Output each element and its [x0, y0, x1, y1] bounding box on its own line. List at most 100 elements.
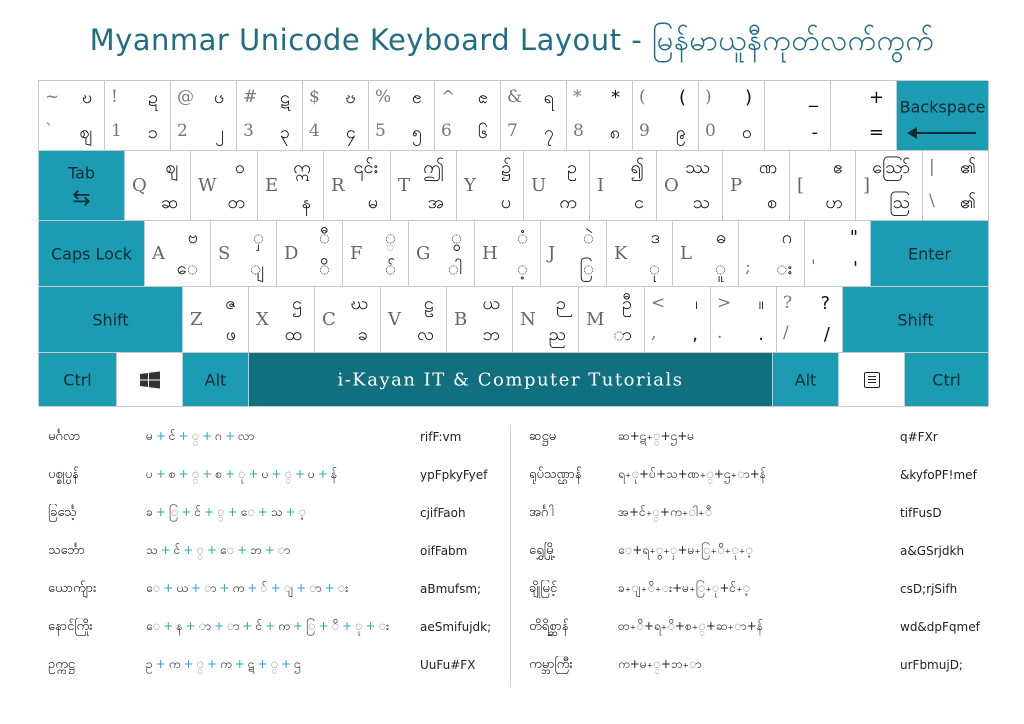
- key-r1-7[interactable]: & 7 ရ၇: [501, 81, 567, 151]
- ctrl-right-key[interactable]: Ctrl: [905, 353, 989, 407]
- table-row: တိရိစ္ဆာန် တ+ိ+ရ+ိ+စ+္+ဆ+ာ+န် wd&dpFqmef: [38, 608, 988, 646]
- myanmar-word: ရွှေမြို့: [529, 542, 556, 558]
- keystroke-code: wd&dpFqmef: [900, 620, 980, 634]
- key-legend: ၍: [630, 157, 644, 178]
- key-r1-6[interactable]: ^ 6 ၕ၆: [435, 81, 501, 151]
- key-r3-0[interactable]: A ဗေ: [145, 221, 211, 287]
- key-legend: ~: [45, 87, 60, 107]
- key-r4-3[interactable]: V ဠလ: [381, 287, 447, 353]
- key-legend: ၒ: [213, 87, 224, 108]
- key-legend: ၕ: [477, 87, 488, 108]
- key-r2-8[interactable]: Oဿသ: [657, 151, 723, 221]
- key-r4-1[interactable]: X ဌထ: [249, 287, 315, 353]
- alt-right-key[interactable]: Alt: [773, 353, 839, 407]
- key-legend: ဥ: [567, 157, 577, 178]
- key-r3-10[interactable]: ' " ': [805, 221, 871, 287]
- key-r1-1[interactable]: ! 1 ဍ၁: [105, 81, 171, 151]
- sequence-part: ဘ: [670, 657, 683, 671]
- key-r3-1[interactable]: Sှျ: [211, 221, 277, 287]
- key-r4-8[interactable]: >. ။.: [711, 287, 777, 353]
- key-r3-3[interactable]: F္်: [343, 221, 409, 287]
- key-r2-6[interactable]: Uဥက: [524, 151, 590, 221]
- key-r1-9[interactable]: (9 (၉: [633, 81, 699, 151]
- windows-key[interactable]: [117, 353, 183, 407]
- keystroke-code: tifFusD: [900, 506, 942, 520]
- key-legend: မ: [367, 192, 378, 213]
- key-r1-2[interactable]: @2 ၒ၂: [171, 81, 237, 151]
- key-r4-2[interactable]: Cဃခ: [315, 287, 381, 353]
- sequence-part: ပ်: [649, 467, 656, 481]
- key-legend: ဦ: [622, 293, 632, 314]
- key-r2-11[interactable]: ] ဪဩ: [856, 151, 923, 221]
- key-legend: င: [634, 192, 644, 213]
- key-legend: `: [45, 121, 54, 141]
- key-r3-8[interactable]: L ဓူ: [673, 221, 739, 287]
- key-sequence: ခ+ျ+ိ+း+မ+ြ+ု+င်+့: [618, 581, 750, 595]
- key-r4-0[interactable]: Z ဇဖ: [183, 287, 249, 353]
- key-r1-8[interactable]: * 8 * ၈: [567, 81, 633, 151]
- ctrl-left-key[interactable]: Ctrl: [39, 353, 117, 407]
- key-r4-9[interactable]: ? /? /: [777, 287, 843, 353]
- key-r2-10[interactable]: [ဧဟ: [790, 151, 856, 221]
- key-legend: ျ: [249, 258, 264, 279]
- key-r4-6[interactable]: M ဦာ: [579, 287, 645, 353]
- key-legend: ဣ: [293, 157, 311, 178]
- key-r3-4[interactable]: Gွါ: [409, 221, 475, 287]
- key-r1-4[interactable]: $4 ၓ၄: [303, 81, 369, 151]
- keystroke-code: &kyfoPF!mef: [900, 468, 977, 482]
- shift-right-key[interactable]: Shift: [843, 287, 989, 353]
- backspace-key[interactable]: Backspace: [897, 81, 989, 151]
- key-r2-12[interactable]: | \ ၏၏: [923, 151, 989, 221]
- key-r2-3[interactable]: R ၎င်းမ: [324, 151, 391, 221]
- key-legend: K: [614, 242, 628, 264]
- key-legend: ။: [758, 293, 764, 314]
- key-r3-5[interactable]: Hံ့: [475, 221, 541, 287]
- key-r2-0[interactable]: Qဈဆ: [125, 151, 191, 221]
- sequence-part: ဏ: [687, 467, 700, 481]
- key-r2-7[interactable]: I ၍င: [590, 151, 657, 221]
- keystroke-code: csD;rjSifh: [900, 582, 958, 596]
- caps-lock-key[interactable]: Caps Lock: [39, 221, 145, 287]
- shift-left-key[interactable]: Shift: [39, 287, 183, 353]
- key-r3-2[interactable]: Dီိ: [277, 221, 343, 287]
- enter-key[interactable]: Enter: [871, 221, 989, 287]
- key-r2-5[interactable]: Y ၌ပ: [457, 151, 524, 221]
- plus-sign: +: [689, 581, 706, 595]
- key-r1-3[interactable]: #3 ဋ၃: [237, 81, 303, 151]
- key-r4-7[interactable]: <, ၊,: [645, 287, 711, 353]
- key-r2-2[interactable]: Eဣန: [258, 151, 324, 221]
- typing-sequence: ေ+ရ+ွ+ှ+မ+ြ+ိ+ု+့: [618, 542, 898, 560]
- tab-arrows-icon: ⇆: [72, 186, 91, 211]
- key-r3-7[interactable]: K ဒု: [607, 221, 673, 287]
- alt-left-key[interactable]: Alt: [183, 353, 249, 407]
- tab-key[interactable]: Tab ⇆: [39, 151, 125, 221]
- key-r4-4[interactable]: Bယဘ: [447, 287, 513, 353]
- plus-sign: +: [699, 467, 714, 481]
- plus-sign: +: [682, 657, 702, 671]
- key-r2-1[interactable]: Wဝတ: [191, 151, 258, 221]
- key-r1-5[interactable]: % 5 ၔ၅: [369, 81, 435, 151]
- key-legend: S: [218, 242, 231, 264]
- key-r3-6[interactable]: Jဲြ: [541, 221, 607, 287]
- myanmar-word: ရုပ်သဏ္ဌာန်: [529, 466, 582, 482]
- key-legend: ၅: [411, 122, 422, 143]
- plus-sign: +: [674, 619, 685, 633]
- key-r1-12[interactable]: + =: [831, 81, 897, 151]
- key-legend: ဩ: [889, 192, 910, 213]
- key-r2-9[interactable]: Pဏစ: [723, 151, 790, 221]
- key-legend: |: [929, 157, 935, 177]
- key-legend: 4: [309, 121, 320, 141]
- myanmar-word: အင်္ဂါ: [529, 504, 555, 520]
- key-r4-5[interactable]: Nဉည: [513, 287, 579, 353]
- sequence-part: ဆ: [618, 429, 630, 443]
- spacebar-key[interactable]: i-Kayan IT & Computer Tutorials: [249, 353, 773, 407]
- key-r1-0[interactable]: ~ ` ဎဈ: [39, 81, 105, 151]
- key-r1-10[interactable]: ) 0) ၀: [699, 81, 765, 151]
- key-r3-9[interactable]: ; ဂး: [739, 221, 805, 287]
- key-legend: ်: [384, 258, 396, 279]
- plus-sign: +: [749, 467, 760, 481]
- key-r2-4[interactable]: Tဤအ: [391, 151, 457, 221]
- menu-key[interactable]: [839, 353, 905, 407]
- key-label: i-Kayan IT & Computer Tutorials: [337, 369, 684, 390]
- key-r1-11[interactable]: _ -: [765, 81, 831, 151]
